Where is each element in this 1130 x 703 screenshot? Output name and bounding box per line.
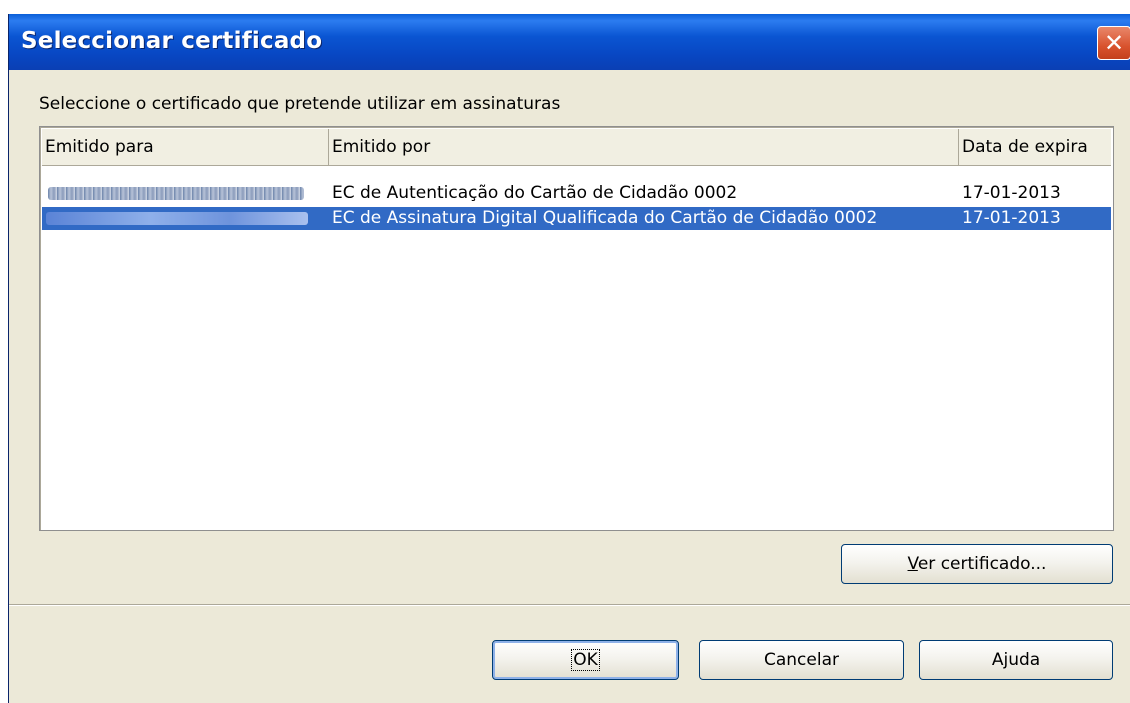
title-bar[interactable]: Seleccionar certificado ✕ [9, 14, 1130, 70]
help-label-end: uda [1008, 650, 1041, 670]
ok-button[interactable]: OK [492, 640, 679, 680]
instruction-label: Seleccione o certificado que pretende ut… [39, 94, 561, 114]
column-header-issued-by[interactable]: Emitido por [329, 129, 959, 165]
issued-to-cell [42, 207, 329, 230]
issued-to-cell [42, 182, 329, 205]
help-label-start: A [991, 650, 1004, 670]
button-separator [9, 604, 1130, 606]
view-certificate-label: er certificado... [917, 554, 1047, 574]
ok-label: OK [571, 649, 600, 671]
dialog-title: Seleccionar certificado [21, 28, 323, 54]
issued-by-cell: EC de Autenticação do Cartão de Cidadão … [332, 183, 738, 203]
table-row[interactable]: EC de Autenticação do Cartão de Cidadão … [42, 182, 1111, 205]
expiry-cell: 17-01-2013 [962, 183, 1061, 203]
cancel-button[interactable]: Cancelar [699, 640, 904, 680]
view-certificate-button[interactable]: Ver certificado... [841, 544, 1113, 584]
redacted-name [48, 187, 304, 200]
close-button[interactable]: ✕ [1097, 26, 1130, 60]
column-header-issued-to[interactable]: Emitido para [42, 129, 329, 165]
issued-by-cell: EC de Assinatura Digital Qualificada do … [332, 208, 878, 228]
column-header-expiry[interactable]: Data de expira [959, 129, 1113, 165]
view-certificate-accelerator: V [907, 554, 918, 574]
certificate-list[interactable]: Emitido para Emitido por Data de expira … [39, 126, 1114, 531]
redacted-name [46, 212, 308, 225]
help-button[interactable]: Ajuda [919, 640, 1113, 680]
close-icon: ✕ [1103, 29, 1125, 57]
list-header: Emitido para Emitido por Data de expira [42, 129, 1111, 166]
table-row[interactable]: EC de Assinatura Digital Qualificada do … [42, 207, 1111, 230]
expiry-cell: 17-01-2013 [962, 208, 1061, 228]
certificate-dialog: Seleccionar certificado ✕ Seleccione o c… [8, 14, 1130, 703]
